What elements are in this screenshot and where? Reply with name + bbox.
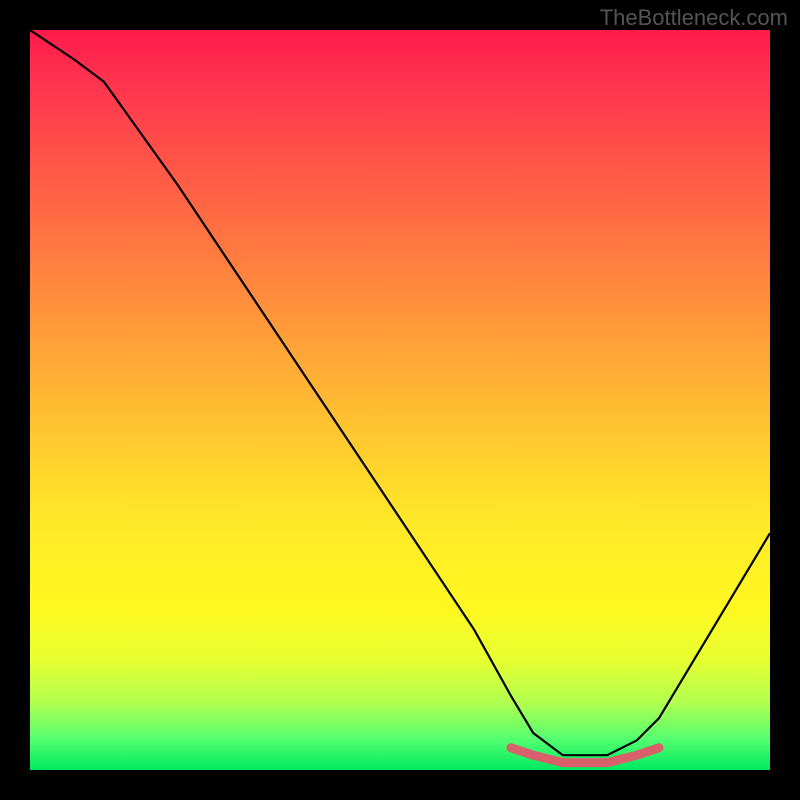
chart-plot-area	[30, 30, 770, 770]
chart-svg	[30, 30, 770, 770]
watermark-text: TheBottleneck.com	[600, 5, 788, 31]
bottleneck-curve-line	[30, 30, 770, 755]
